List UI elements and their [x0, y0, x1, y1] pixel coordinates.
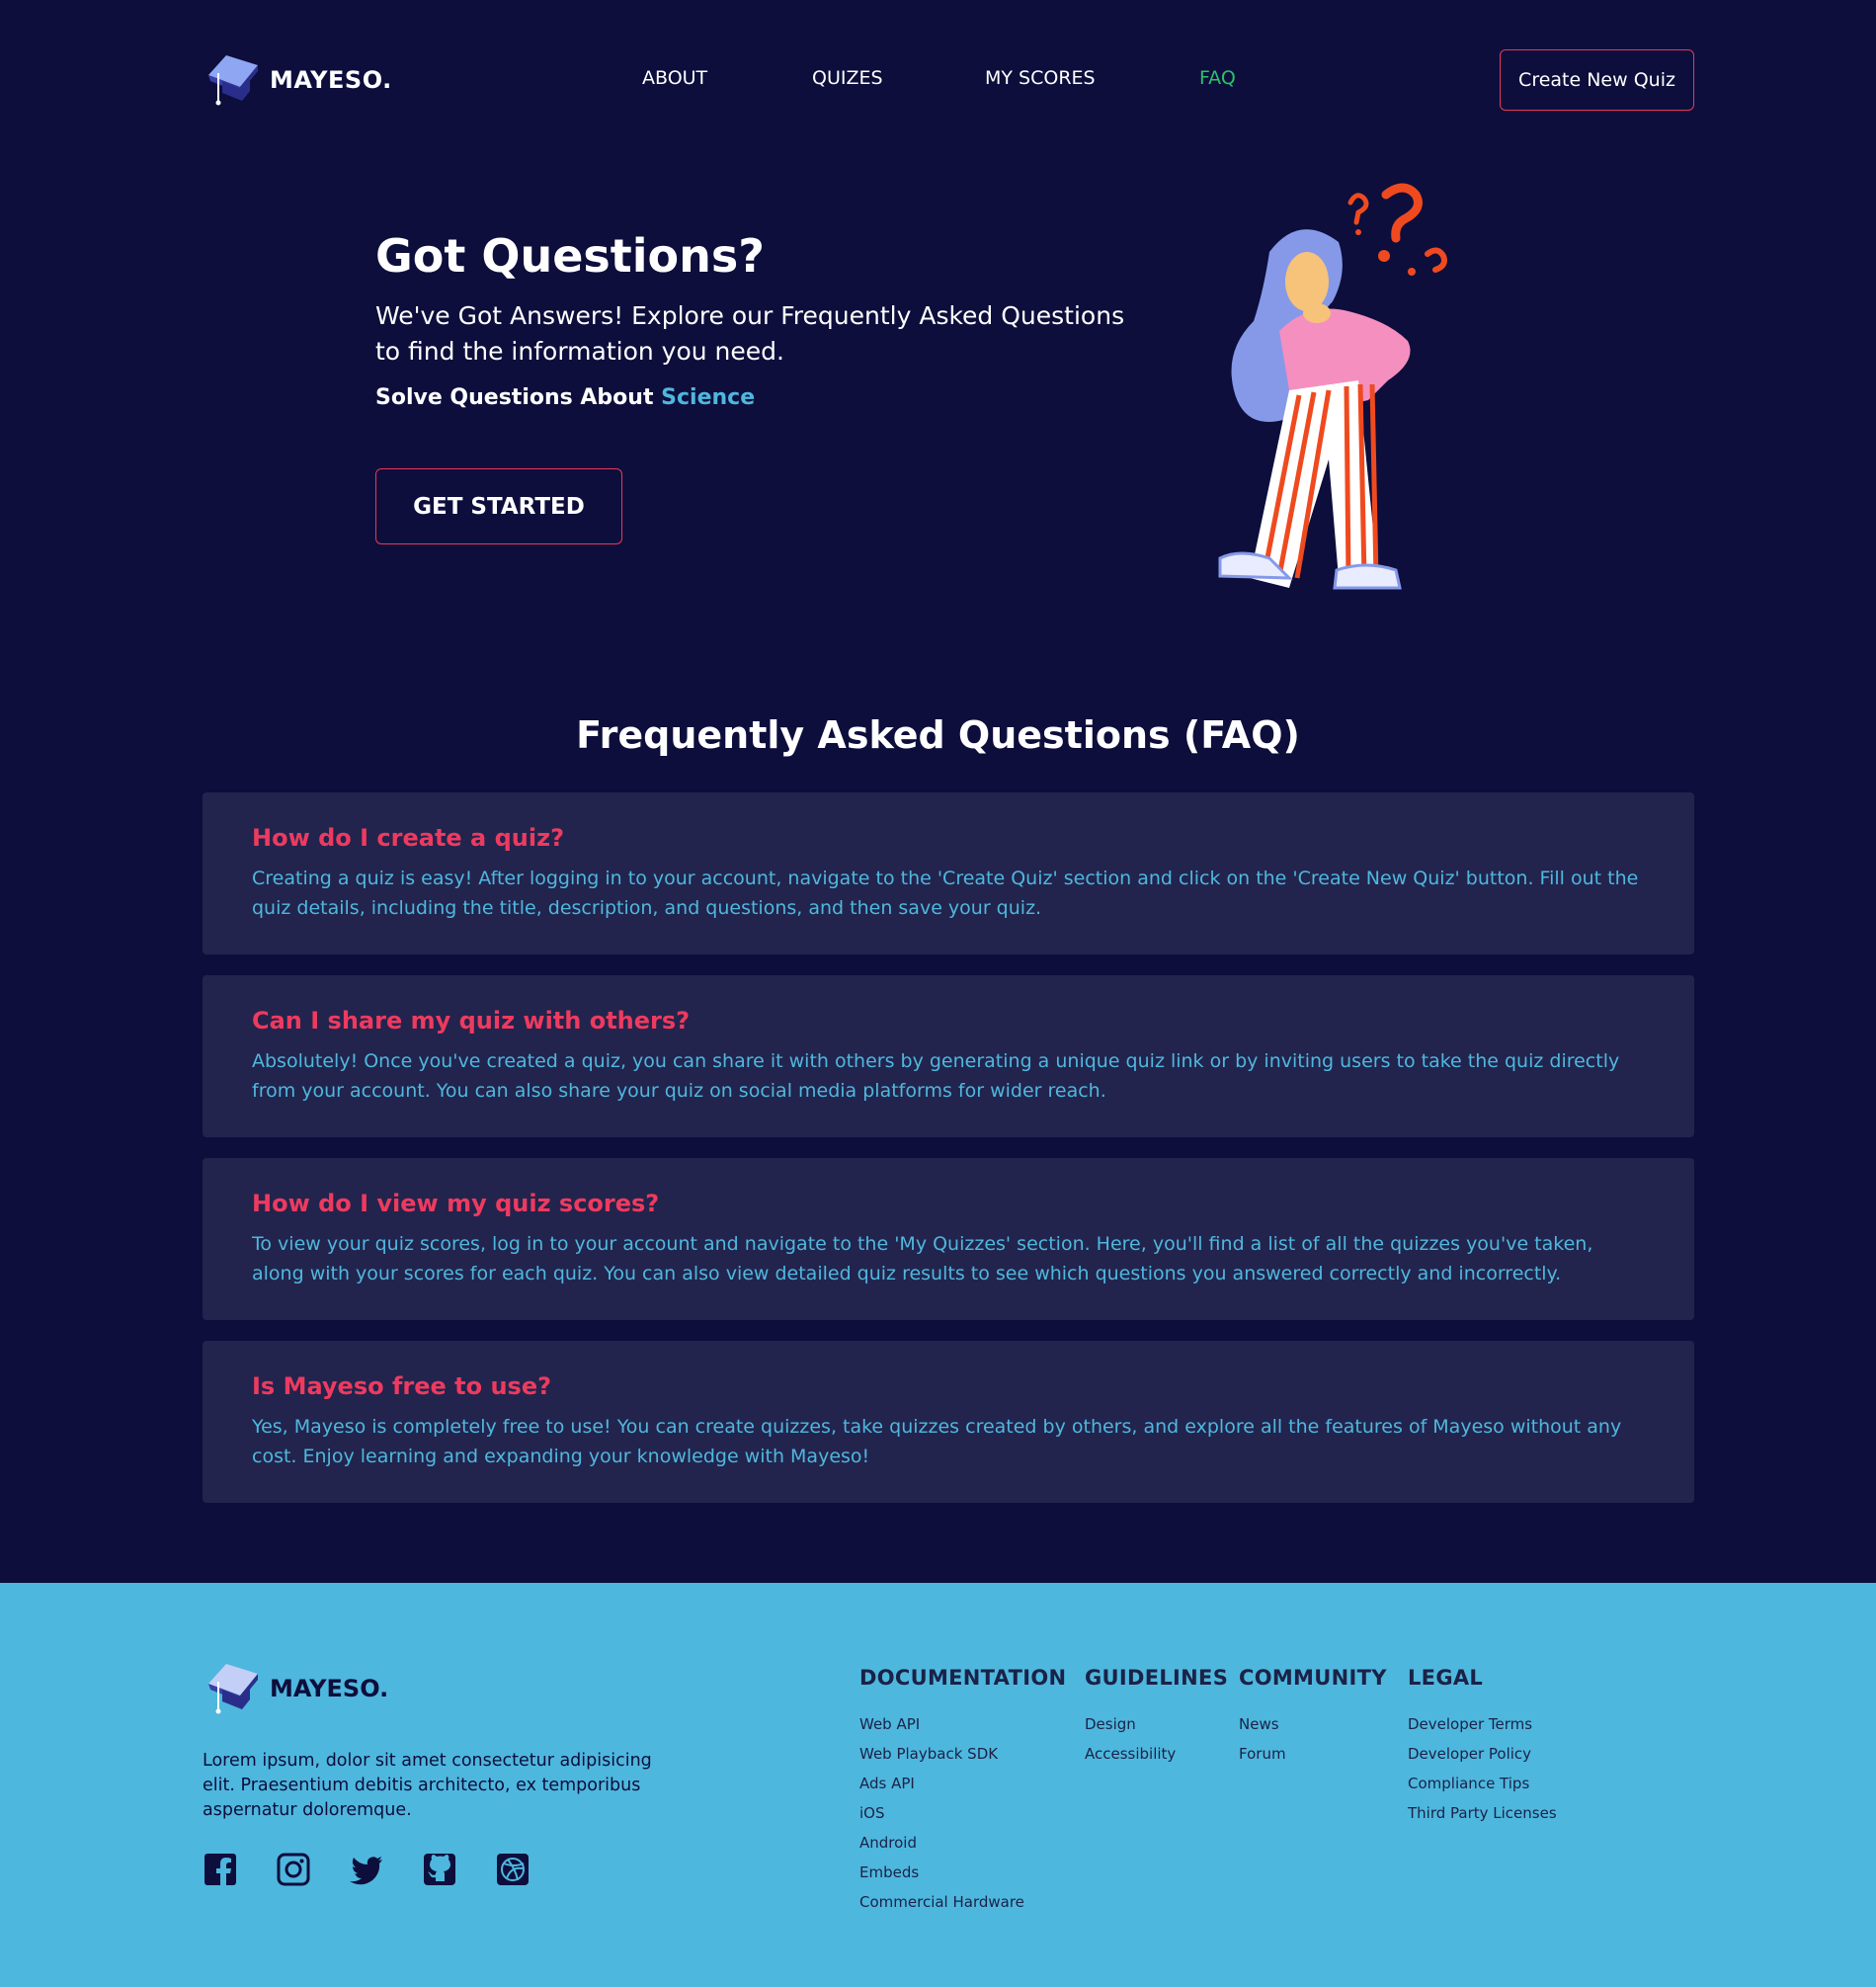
footer-link[interactable]: Web Playback SDK — [859, 1739, 1066, 1769]
footer-column-title: GUIDELINES — [1085, 1666, 1229, 1690]
faq-item[interactable]: Is Mayeso free to use? Yes, Mayeso is co… — [203, 1341, 1694, 1503]
footer-link[interactable]: Ads API — [859, 1769, 1066, 1798]
footer-link[interactable]: Accessibility — [1085, 1739, 1228, 1769]
graduation-cap-icon — [208, 1664, 258, 1714]
brand-logo[interactable]: MAYESO. — [203, 51, 392, 109]
nav-faq[interactable]: FAQ — [1199, 67, 1236, 89]
footer-column-community: COMMUNITY News Forum — [1239, 1666, 1387, 1769]
faq-answer: Yes, Mayeso is completely free to use! Y… — [252, 1416, 1622, 1467]
create-new-quiz-button[interactable]: Create New Quiz — [1500, 49, 1694, 111]
hero-topic-prefix: Solve Questions About — [375, 385, 654, 410]
faq-answer: Creating a quiz is easy! After logging i… — [252, 868, 1639, 919]
graduation-cap-icon — [208, 55, 258, 106]
faq-question: How do I create a quiz? — [252, 824, 564, 852]
footer-link[interactable]: Third Party Licenses — [1408, 1798, 1557, 1828]
footer-brand-name: MAYESO. — [270, 1675, 389, 1702]
thinking-woman-illustration — [1218, 183, 1447, 590]
instagram-icon[interactable] — [276, 1852, 311, 1887]
main-nav: ABOUT QUIZES MY SCORES FAQ Create New Qu… — [203, 49, 1694, 111]
get-started-button[interactable]: GET STARTED — [375, 468, 622, 544]
nav-about[interactable]: ABOUT — [642, 67, 707, 89]
facebook-icon[interactable] — [203, 1852, 238, 1887]
faq-question: Can I share my quiz with others? — [252, 1007, 691, 1035]
footer-description: Lorem ipsum, dolor sit amet consectetur … — [203, 1751, 652, 1820]
footer-link[interactable]: Embeds — [859, 1858, 1066, 1887]
dribbble-icon[interactable] — [495, 1852, 530, 1887]
hero-title: Got Questions? — [375, 229, 765, 283]
hero-subtitle: We've Got Answers! Explore our Frequentl… — [375, 301, 1125, 366]
faq-section-title: Frequently Asked Questions (FAQ) — [576, 713, 1300, 757]
footer-column-title: DOCUMENTATION — [859, 1666, 1067, 1690]
footer-column-documentation: DOCUMENTATION Web API Web Playback SDK A… — [859, 1666, 1066, 1917]
footer-link[interactable]: Android — [859, 1828, 1066, 1858]
footer-link[interactable]: Commercial Hardware — [859, 1887, 1066, 1917]
faq-answer: To view your quiz scores, log in to your… — [252, 1233, 1593, 1284]
footer-link[interactable]: Design — [1085, 1709, 1228, 1739]
footer-brand-logo[interactable]: MAYESO. — [203, 1660, 388, 1717]
footer-link[interactable]: Developer Terms — [1408, 1709, 1557, 1739]
footer-link[interactable]: Compliance Tips — [1408, 1769, 1557, 1798]
brand-name: MAYESO. — [270, 66, 392, 94]
footer-column-title: COMMUNITY — [1239, 1666, 1387, 1690]
social-links — [203, 1852, 530, 1887]
faq-item[interactable]: How do I create a quiz? Creating a quiz … — [203, 792, 1694, 954]
hero-topic-accent: Science — [661, 385, 756, 410]
nav-my-scores[interactable]: MY SCORES — [985, 67, 1096, 89]
footer-column-legal: LEGAL Developer Terms Developer Policy C… — [1408, 1666, 1557, 1828]
footer-link[interactable]: Developer Policy — [1408, 1739, 1557, 1769]
footer-column-title: LEGAL — [1408, 1666, 1484, 1690]
footer-link[interactable]: News — [1239, 1709, 1387, 1739]
faq-question: Is Mayeso free to use? — [252, 1372, 552, 1400]
twitter-icon[interactable] — [349, 1852, 384, 1887]
footer-link[interactable]: Web API — [859, 1709, 1066, 1739]
faq-answer: Absolutely! Once you've created a quiz, … — [252, 1050, 1620, 1102]
faq-item[interactable]: How do I view my quiz scores? To view yo… — [203, 1158, 1694, 1320]
faq-question: How do I view my quiz scores? — [252, 1190, 660, 1217]
site-header: MAYESO. ABOUT QUIZES MY SCORES FAQ Creat… — [203, 49, 1694, 111]
github-icon[interactable] — [422, 1852, 457, 1887]
footer-link[interactable]: Forum — [1239, 1739, 1387, 1769]
hero-topic-line: Solve Questions About Science — [375, 385, 755, 410]
footer-link[interactable]: iOS — [859, 1798, 1066, 1828]
footer-column-guidelines: GUIDELINES Design Accessibility — [1085, 1666, 1228, 1769]
nav-quizes[interactable]: QUIZES — [812, 67, 883, 89]
faq-item[interactable]: Can I share my quiz with others? Absolut… — [203, 975, 1694, 1137]
site-footer: MAYESO. Lorem ipsum, dolor sit amet cons… — [0, 1583, 1876, 1987]
